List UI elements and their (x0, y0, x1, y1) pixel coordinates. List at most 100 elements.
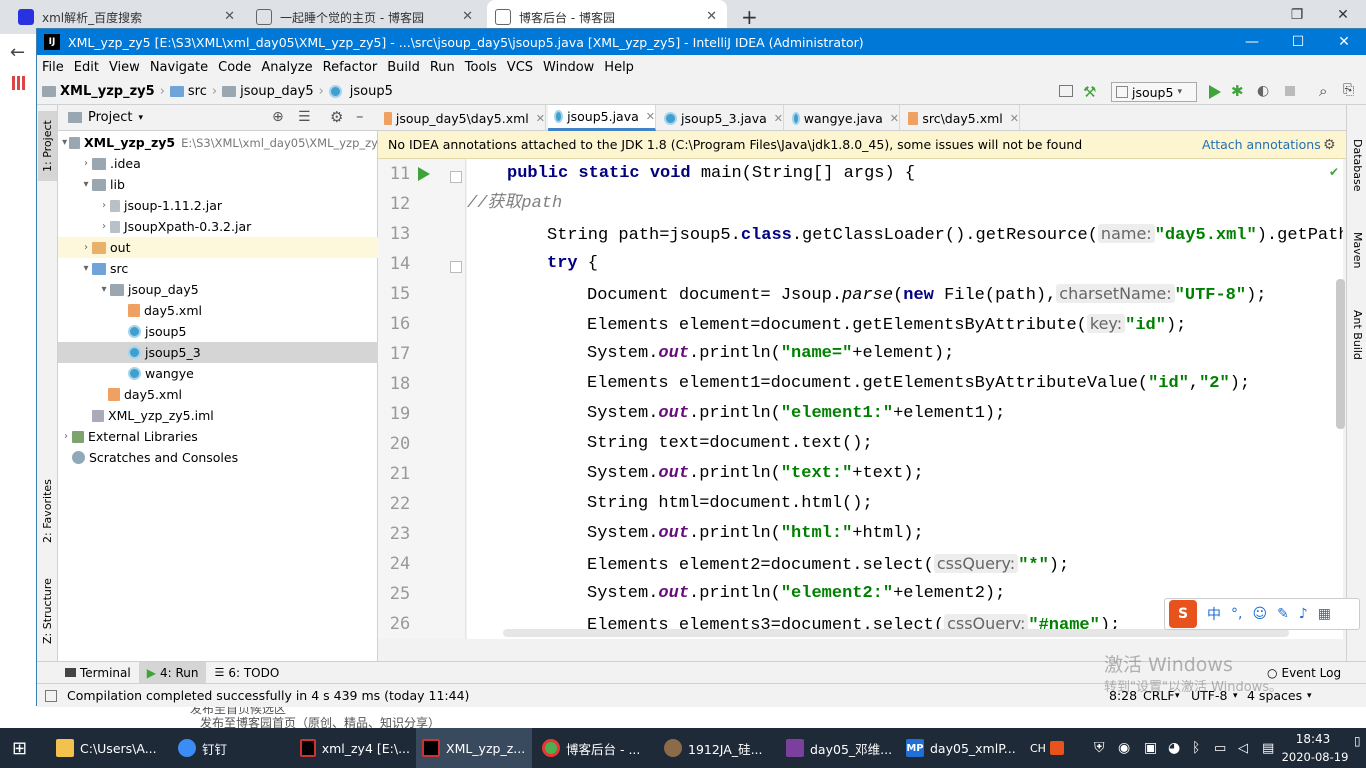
run-config-select[interactable]: jsoup5 ▾ (1111, 82, 1197, 102)
menu-edit[interactable]: Edit (69, 60, 104, 75)
editor-tab-active[interactable]: jsoup5.java ✕ (548, 105, 656, 131)
tab-run[interactable]: ▶ 4: Run (138, 661, 207, 684)
menu-code[interactable]: Code (213, 60, 256, 75)
tray-battery-icon[interactable]: ▭ (1214, 728, 1226, 768)
menu-file[interactable]: File (37, 60, 69, 75)
taskbar-item-app[interactable]: 1912JA_硅... (664, 728, 774, 768)
tree-item-jar[interactable]: › jsoup-1.11.2.jar (58, 195, 378, 216)
sogou-icon[interactable]: S (1169, 600, 1197, 628)
close-tab-icon[interactable]: ✕ (706, 9, 717, 24)
close-icon[interactable]: ✕ (774, 112, 783, 125)
menu-navigate[interactable]: Navigate (145, 60, 213, 75)
breadcrumb-src[interactable]: src (165, 84, 212, 99)
fold-marker-icon[interactable] (450, 261, 462, 273)
clock-time[interactable]: 18:43 (1288, 732, 1338, 746)
taskbar-item-dingtalk[interactable]: 钉钉 (178, 728, 288, 768)
skin-icon[interactable]: ✎ (1277, 606, 1289, 622)
menu-window[interactable]: Window (538, 60, 599, 75)
tree-item-out[interactable]: › out (58, 237, 378, 258)
breadcrumb-project[interactable]: XML_yzp_zy5 (37, 84, 160, 99)
hide-icon[interactable]: – (356, 107, 364, 125)
taskbar-item-chrome[interactable]: 博客后台 - ... (542, 728, 652, 768)
tray-bluetooth-icon[interactable]: ᛒ (1192, 728, 1200, 768)
maximize-icon[interactable]: ☐ (1275, 29, 1321, 55)
tab-structure[interactable]: Z: Structure (38, 571, 57, 651)
back-arrow-icon[interactable]: ← (10, 42, 25, 63)
tray-sogou-icon[interactable] (1050, 728, 1064, 768)
tree-item-package[interactable]: ▾ jsoup_day5 (58, 279, 378, 300)
minimize-icon[interactable]: — (1229, 29, 1275, 55)
tree-item-external-libraries[interactable]: › External Libraries (58, 426, 378, 447)
project-view-select[interactable]: Project (88, 110, 132, 125)
gear-icon[interactable]: ⚙ (330, 108, 343, 126)
microphone-icon[interactable]: ♪ (1299, 606, 1308, 622)
build-hammer-icon[interactable]: ⚒ (1083, 83, 1096, 101)
hammer-back-icon[interactable] (1059, 85, 1073, 97)
notification-icon[interactable]: ▯ (1354, 734, 1361, 748)
close-icon[interactable]: ✕ (1321, 29, 1366, 55)
tree-item-iml[interactable]: XML_yzp_zy5.iml (58, 405, 378, 426)
tree-item-jar[interactable]: › JsoupXpath-0.3.2.jar (58, 216, 378, 237)
tree-item-xml[interactable]: day5.xml (58, 384, 378, 405)
menu-analyze[interactable]: Analyze (256, 60, 317, 75)
attach-annotations-link[interactable]: Attach annotations (1202, 137, 1321, 152)
run-gutter-icon[interactable] (418, 167, 430, 181)
tab-terminal[interactable]: Terminal (57, 662, 139, 684)
collapse-all-icon[interactable]: ☰ (298, 109, 311, 125)
close-icon[interactable]: ✕ (890, 112, 899, 125)
tree-item-idea[interactable]: › .idea (58, 153, 378, 174)
editor-tab[interactable]: jsoup5_3.java ✕ (658, 105, 784, 131)
editor-tab[interactable]: wangye.java ✕ (786, 105, 900, 131)
tab-project[interactable]: 1: Project (38, 111, 57, 181)
close-tab-icon[interactable]: ✕ (462, 9, 473, 24)
tray-volume-icon[interactable]: ◁ (1238, 728, 1248, 768)
horizontal-scrollbar[interactable] (503, 629, 1289, 637)
punctuation-icon[interactable]: °, (1231, 606, 1242, 622)
run-icon[interactable] (1209, 85, 1221, 99)
browser-restore-icon[interactable]: ❐ (1274, 0, 1320, 30)
taskbar-item-winrar[interactable]: day05_邓维... (786, 728, 896, 768)
menu-help[interactable]: Help (599, 60, 639, 75)
tree-item-project-root[interactable]: ▾ XML_yzp_zy5 E:\S3\XML\xml_day05\XML_yzp_… (58, 132, 378, 153)
vertical-scrollbar[interactable] (1336, 279, 1345, 429)
tab-todo[interactable]: ☰ 6: TODO (206, 662, 287, 684)
toolbox-icon[interactable]: ▦ (1318, 606, 1331, 622)
tray-qq-icon[interactable]: ◕ (1168, 728, 1180, 768)
coverage-icon[interactable]: ◐ (1257, 83, 1269, 99)
menu-build[interactable]: Build (382, 60, 425, 75)
tree-item-src[interactable]: ▾ src (58, 258, 378, 279)
menu-view[interactable]: View (104, 60, 145, 75)
apps-grid-icon[interactable] (12, 76, 26, 90)
tab-ant-build[interactable]: Ant Build (1348, 295, 1366, 375)
tab-favorites[interactable]: 2: Favorites (38, 471, 57, 551)
locate-icon[interactable]: ⊕ (272, 109, 284, 125)
tree-item-class-selected[interactable]: jsoup5_3 (58, 342, 378, 363)
gear-icon[interactable]: ⚙ (1323, 137, 1336, 153)
close-icon[interactable]: ✕ (536, 112, 545, 125)
tab-database[interactable]: Database (1348, 125, 1366, 205)
browser-close-icon[interactable]: ✕ (1320, 0, 1366, 30)
close-icon[interactable]: ✕ (646, 110, 655, 123)
breadcrumb-class[interactable]: jsoup5 (324, 84, 398, 99)
chevron-down-icon[interactable]: ▾ (138, 113, 143, 123)
taskbar-item-explorer[interactable]: C:\Users\A... (56, 728, 168, 768)
fold-marker-icon[interactable] (450, 171, 462, 183)
tray-nvidia-icon[interactable]: ▣ (1144, 728, 1157, 768)
code-editor[interactable]: public static void main(String[] args) {… (467, 159, 1343, 639)
taskbar-item-idea-2[interactable]: XML_yzp_z... (416, 728, 532, 768)
tray-dingtalk-icon[interactable]: ◉ (1118, 728, 1130, 768)
tool-windows-icon[interactable] (45, 689, 57, 702)
tree-item-xml[interactable]: day5.xml (58, 300, 378, 321)
emoji-icon[interactable]: ☺ (1252, 606, 1267, 622)
search-icon[interactable]: ⌕ (1319, 82, 1327, 100)
ime-lang[interactable]: 中 (1207, 604, 1221, 624)
menu-run[interactable]: Run (425, 60, 460, 75)
tree-item-class[interactable]: jsoup5 (58, 321, 378, 342)
menu-refactor[interactable]: Refactor (318, 60, 383, 75)
tray-shield-icon[interactable]: ⛨ (1094, 728, 1105, 768)
close-icon[interactable]: ✕ (1010, 112, 1019, 125)
breadcrumb-package[interactable]: jsoup_day5 (217, 84, 319, 99)
clock-date[interactable]: 2020-08-19 (1280, 750, 1350, 764)
tray-ime-icon[interactable]: ▤ (1262, 728, 1274, 768)
start-icon[interactable]: ⊞ (12, 728, 27, 768)
